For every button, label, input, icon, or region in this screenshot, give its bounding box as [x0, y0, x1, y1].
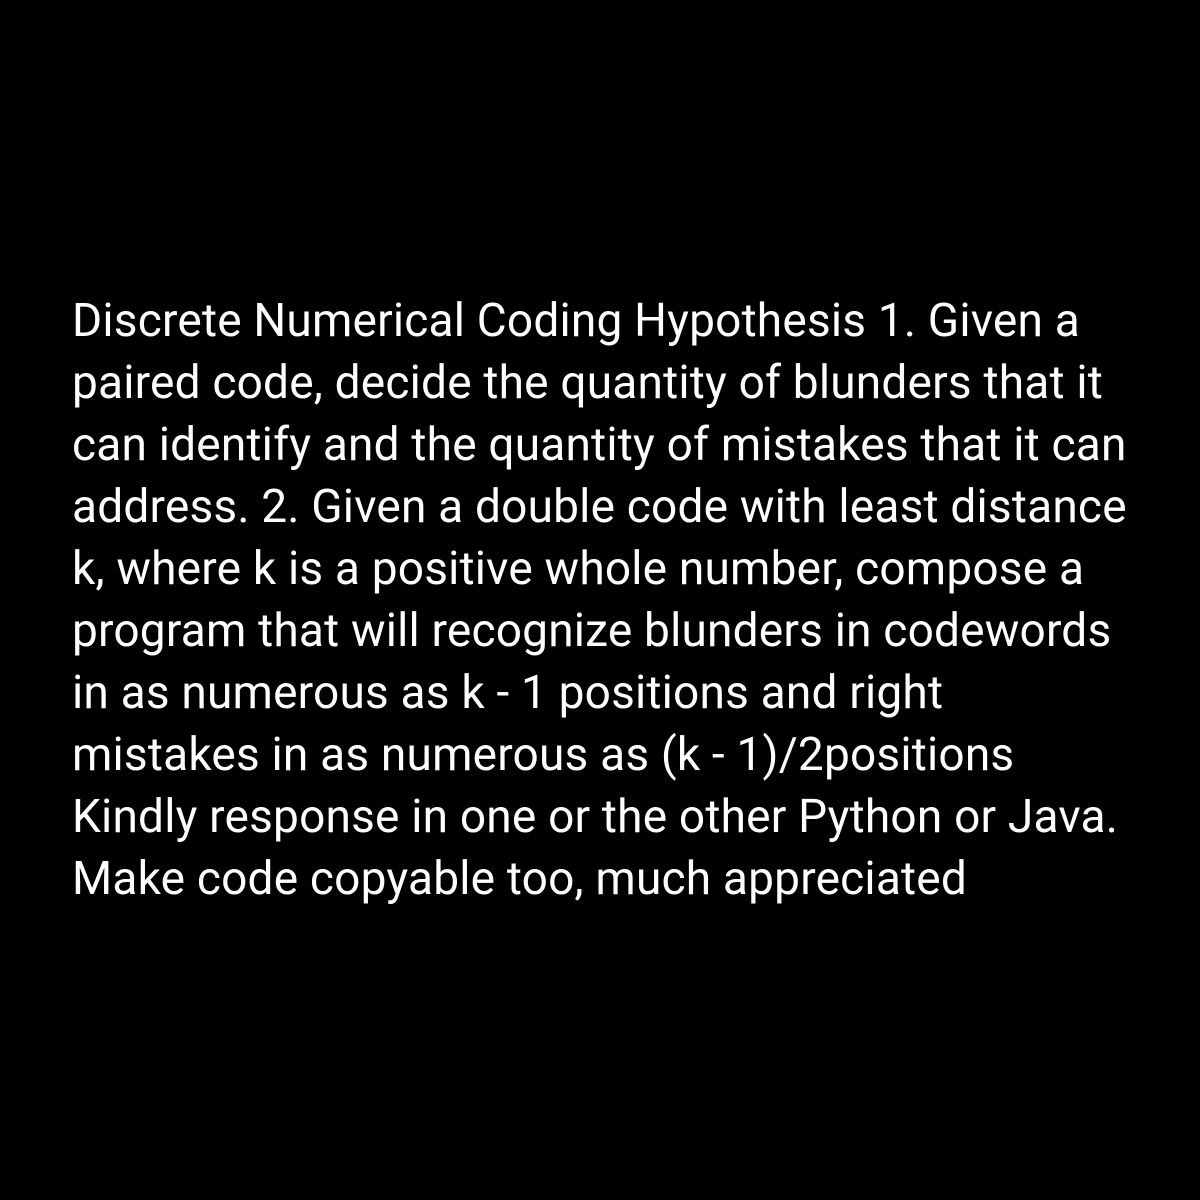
document-text: Discrete Numerical Coding Hypothesis 1. … — [72, 290, 1128, 911]
